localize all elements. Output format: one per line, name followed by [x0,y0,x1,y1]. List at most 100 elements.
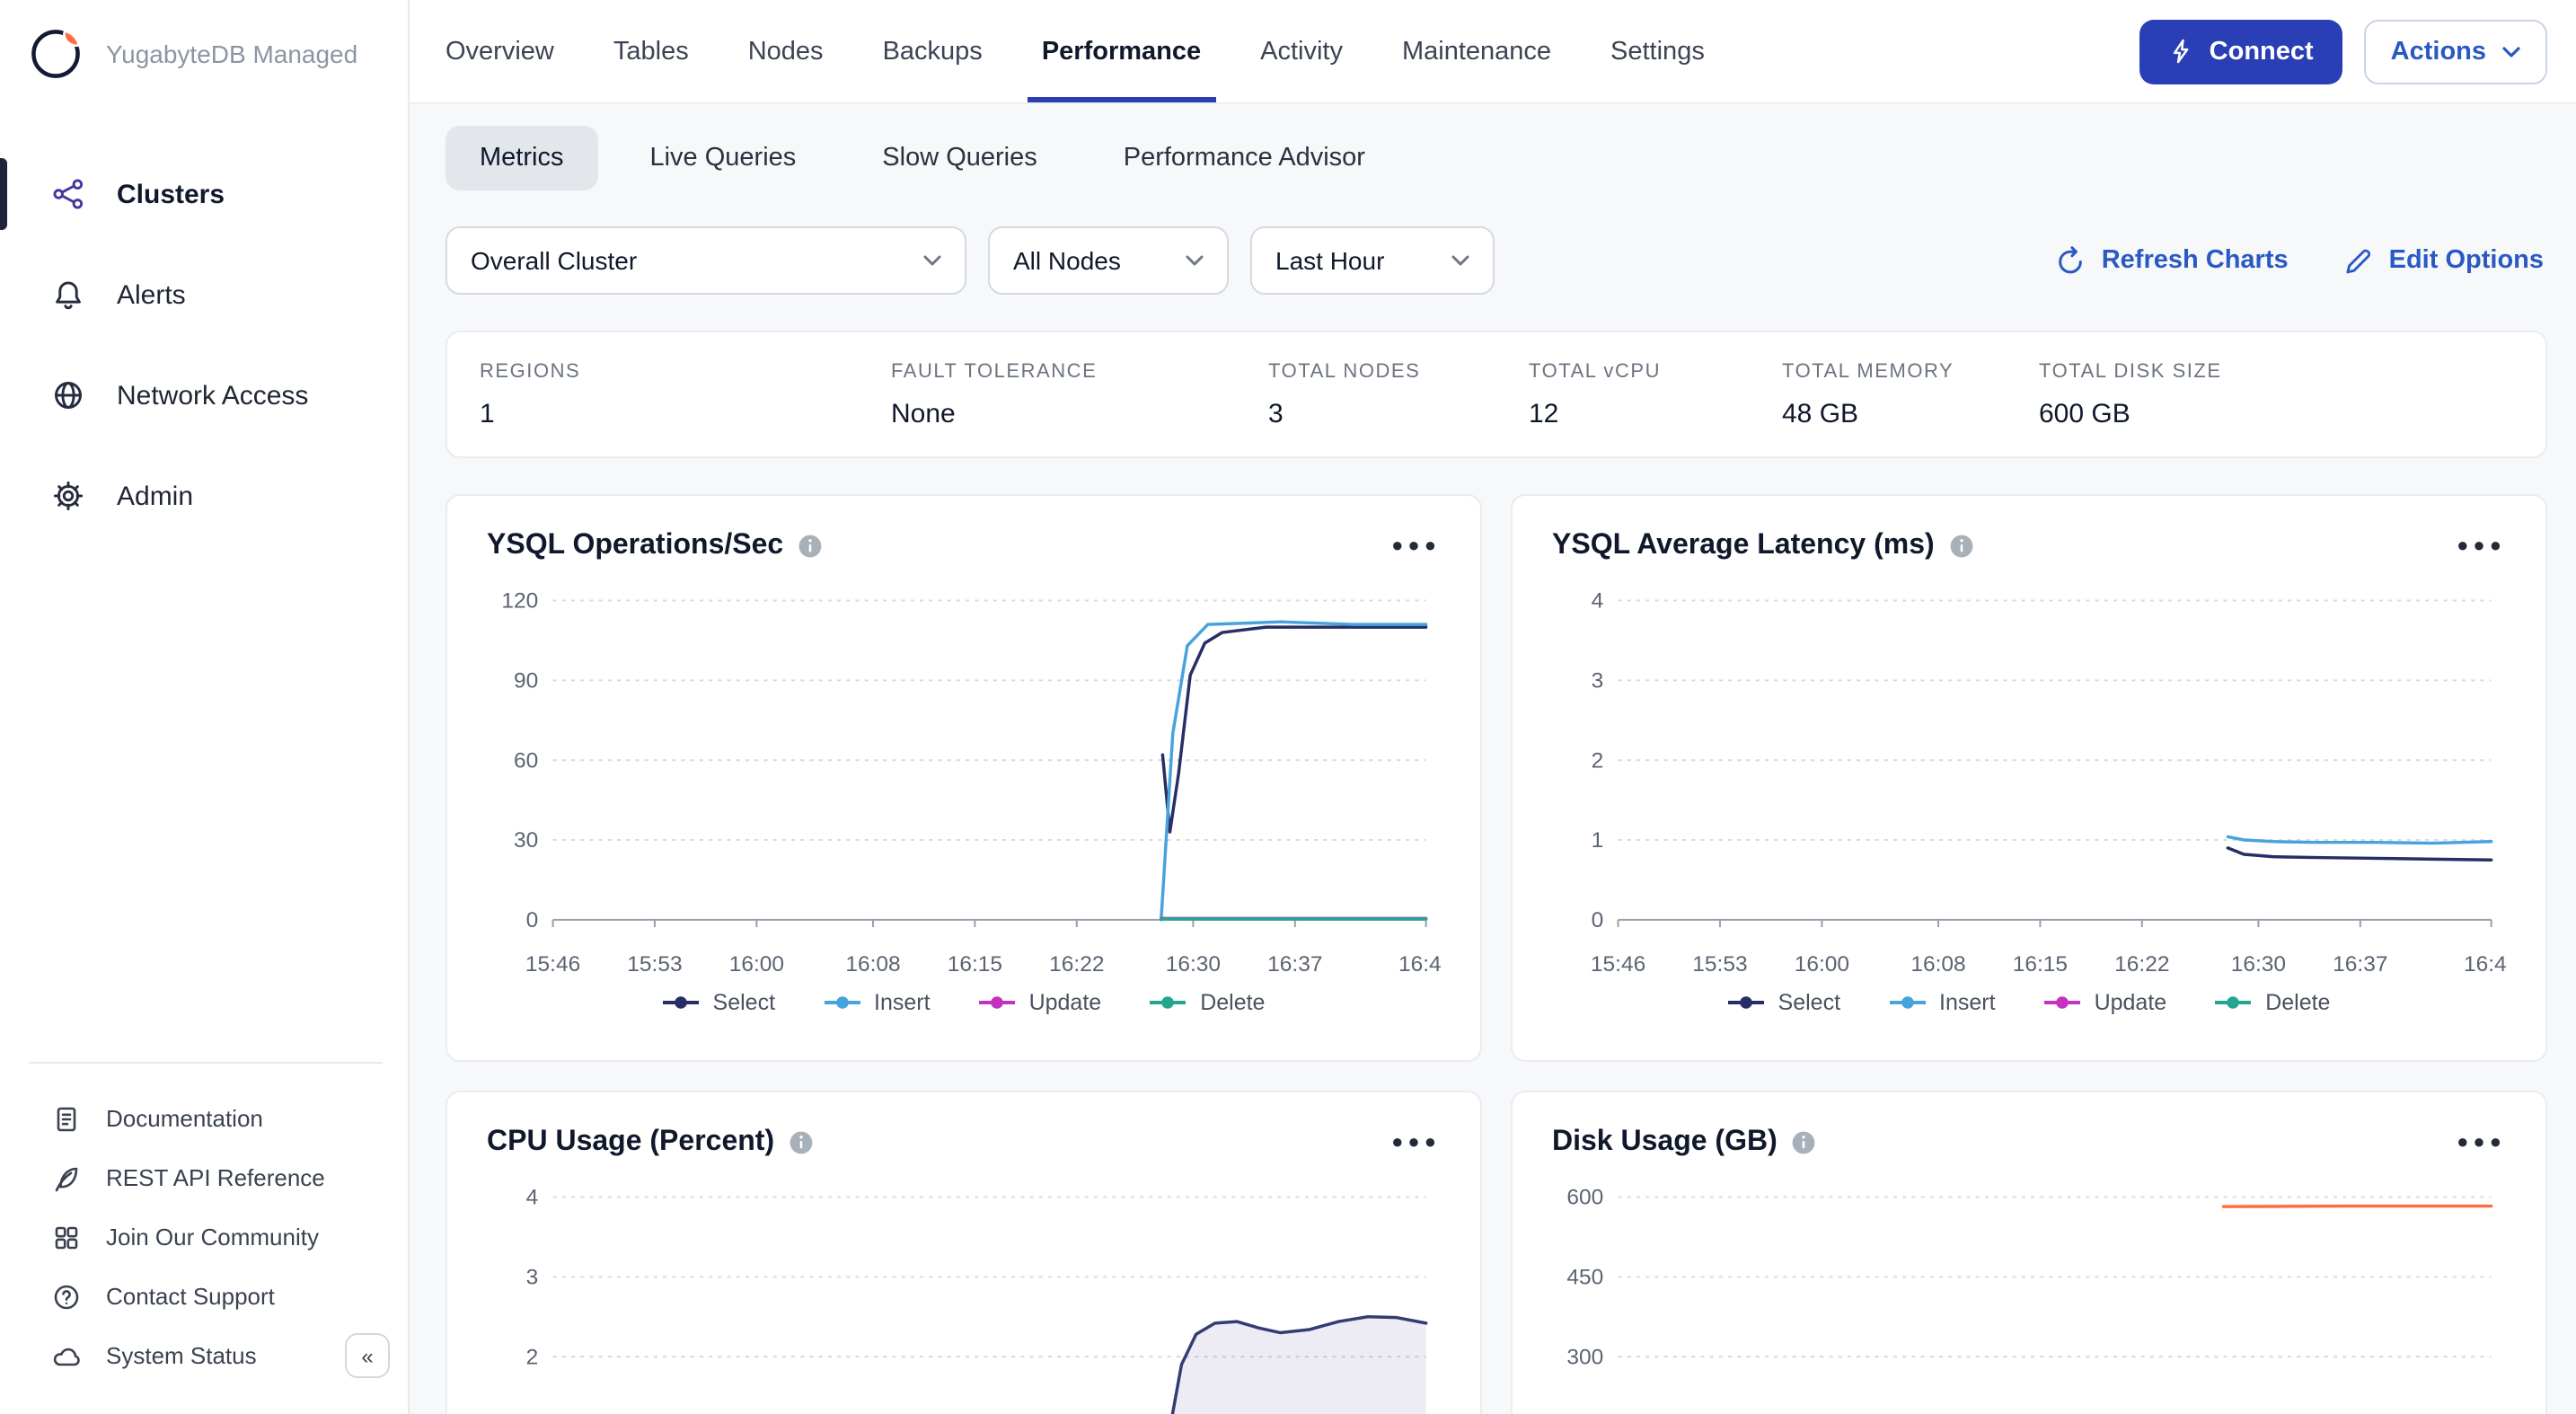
pencil-icon [2342,245,2373,276]
actions-button[interactable]: Actions [2364,19,2547,84]
cluster-summary-card: REGIONS1FAULT TOLERANCENoneTOTAL NODES 3T… [446,331,2547,458]
sidebar-item-label: Clusters [117,179,225,209]
tab-settings[interactable]: Settings [1610,0,1705,102]
time-range-select[interactable]: Last Hour [1250,226,1495,295]
svg-text:16:37: 16:37 [1267,952,1322,977]
edit-options-button[interactable]: Edit Options [2342,245,2544,276]
subtab-performance-advisor[interactable]: Performance Advisor [1090,126,1399,190]
svg-text:16:30: 16:30 [2231,952,2286,977]
sidebar-footer-item-rest-api-reference[interactable]: REST API Reference [0,1148,408,1207]
stat-total-nodes: TOTAL NODES 3 [1268,361,1529,429]
community-icon [52,1223,81,1251]
svg-text:600: 600 [1566,1186,1603,1210]
sidebar-footer-label: Join Our Community [106,1224,319,1251]
document-icon [52,1104,81,1133]
brand[interactable]: YugabyteDB Managed [0,0,408,108]
bell-icon [52,278,84,311]
stat-value: 600 GB [2039,399,2513,429]
chart-menu-button[interactable]: ●●● [2457,1132,2506,1153]
svg-text:4: 4 [1592,589,1604,614]
sidebar-footer-label: System Status [106,1342,257,1369]
sidebar-footer-item-join-our-community[interactable]: Join Our Community [0,1207,408,1267]
topbar: Overview Tables Nodes Backups Performance Act… [410,0,2576,104]
info-icon[interactable] [798,534,823,559]
stat-fault-tolerance: FAULT TOLERANCENone [891,361,1268,429]
sidebar-divider [29,1062,383,1064]
stat-regions: REGIONS1 [480,361,891,429]
api-icon [52,1163,81,1192]
chart-menu-button[interactable]: ●●● [1391,535,1441,557]
chart-menu-button[interactable]: ●●● [2457,535,2506,557]
svg-text:1: 1 [1592,828,1604,853]
actions-label: Actions [2391,37,2486,66]
sidebar-footer-item-documentation[interactable]: Documentation [0,1089,408,1148]
gear-icon [52,480,84,512]
tab-maintenance[interactable]: Maintenance [1402,0,1551,102]
info-icon[interactable] [789,1130,814,1155]
stat-value: 3 [1268,399,1529,429]
chart-header: CPU Usage (Percent)●●● [487,1121,1441,1164]
topbar-actions: Connect Actions [2139,19,2547,84]
chevron-down-icon [2502,46,2520,57]
tab-activity[interactable]: Activity [1260,0,1343,102]
stat-total-vcpu: TOTAL vCPU12 [1529,361,1782,429]
page-tabs: Overview Tables Nodes Backups Performance Act… [446,0,1705,102]
chart-header: YSQL Operations/Sec●●● [487,525,1441,568]
stat-label: TOTAL NODES [1268,361,1529,383]
svg-text:16:22: 16:22 [2114,952,2169,977]
tab-backups[interactable]: Backups [883,0,983,102]
cluster-select[interactable]: Overall Cluster [446,226,966,295]
info-icon[interactable] [1949,534,1974,559]
filters-row: Overall Cluster All Nodes Last Hour [446,226,2547,295]
stat-value: 48 GB [1782,399,2039,429]
legend-item-update[interactable]: Update [2044,989,2167,1014]
yugabyte-logo-icon [25,23,86,84]
svg-text:16:08: 16:08 [845,952,900,977]
svg-text:30: 30 [514,828,538,853]
connect-button[interactable]: Connect [2139,19,2342,84]
legend-item-update[interactable]: Update [979,989,1102,1014]
sidebar-item-clusters[interactable]: Clusters [0,144,408,244]
chart-card-ysql-operations-sec: YSQL Operations/Sec●●●030609012015:4615:… [446,494,1482,1062]
legend-item-insert[interactable]: Insert [824,989,931,1014]
nodes-select[interactable]: All Nodes [988,226,1229,295]
svg-text:3: 3 [1592,669,1604,694]
sidebar-item-label: Alerts [117,279,186,310]
support-icon [52,1282,81,1311]
legend-item-delete[interactable]: Delete [1150,989,1265,1014]
stat-value: 12 [1529,399,1782,429]
legend-item-select[interactable]: Select [663,989,776,1014]
sidebar-item-network-access[interactable]: Network Access [0,345,408,446]
chevron-down-icon [1451,255,1469,266]
sidebar-footer-label: Documentation [106,1105,263,1132]
chart-legend: Select Insert Update Delete [1552,989,2506,1014]
sidebar-item-admin[interactable]: Admin [0,446,408,546]
info-icon[interactable] [1792,1130,1817,1155]
sidebar-footer-label: REST API Reference [106,1164,325,1191]
legend-item-delete[interactable]: Delete [2215,989,2330,1014]
svg-text:60: 60 [514,748,538,773]
svg-text:2: 2 [526,1345,539,1369]
sidebar-footer-item-contact-support[interactable]: Contact Support [0,1267,408,1326]
refresh-icon [2055,245,2086,276]
svg-text:16:00: 16:00 [1795,952,1849,977]
legend-item-insert[interactable]: Insert [1889,989,1996,1014]
chart-menu-button[interactable]: ●●● [1391,1132,1441,1153]
performance-subtabs: Metrics Live Queries Slow Queries Performan… [446,126,2547,190]
tab-performance[interactable]: Performance [1042,0,1201,102]
subtab-metrics[interactable]: Metrics [446,126,597,190]
tab-nodes[interactable]: Nodes [748,0,824,102]
chart-card-ysql-average-latency-ms: YSQL Average Latency (ms)●●●0123415:4615… [1511,494,2547,1062]
subtab-live-queries[interactable]: Live Queries [615,126,830,190]
sidebar-item-alerts[interactable]: Alerts [0,244,408,345]
tab-overview[interactable]: Overview [446,0,554,102]
subtab-slow-queries[interactable]: Slow Queries [848,126,1071,190]
stat-label: REGIONS [480,361,891,383]
clusters-icon [52,178,84,210]
sidebar-collapse-button[interactable]: « [345,1333,390,1378]
refresh-charts-button[interactable]: Refresh Charts [2055,245,2289,276]
sidebar-item-label: Admin [117,481,193,511]
tab-tables[interactable]: Tables [613,0,689,102]
legend-item-select[interactable]: Select [1728,989,1841,1014]
app-root: YugabyteDB Managed Clusters Alerts Network… [0,0,2576,1414]
